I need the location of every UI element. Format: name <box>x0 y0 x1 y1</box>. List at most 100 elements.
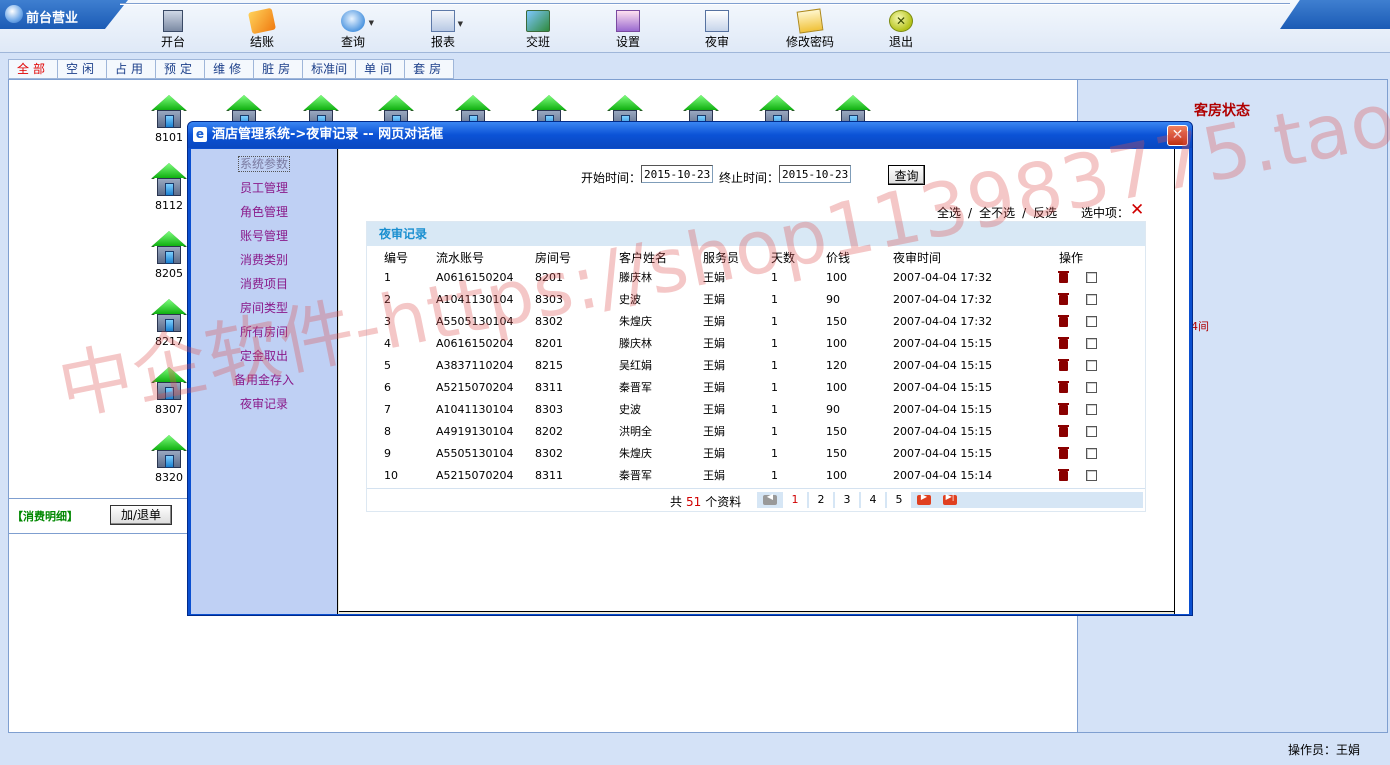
menu-item-roles[interactable]: 角色管理 <box>191 200 337 224</box>
select-none-link[interactable]: 全不选 <box>979 206 1015 220</box>
cell-price: 100 <box>826 468 847 482</box>
separator: / <box>1022 206 1027 220</box>
tab-maintenance[interactable]: 维修 <box>204 59 254 79</box>
toolbar-change-password-button[interactable]: 修改密码 <box>770 8 850 50</box>
add-return-order-button[interactable]: 加/退单 <box>110 505 172 525</box>
trash-icon[interactable] <box>1058 468 1069 481</box>
trash-icon[interactable] <box>1058 380 1069 393</box>
cell-id: 3 <box>384 314 391 328</box>
settings-icon <box>616 10 640 32</box>
trash-icon[interactable] <box>1058 336 1069 349</box>
room-8307[interactable]: 8307 <box>149 367 189 416</box>
page-link[interactable]: 1 <box>783 492 807 508</box>
row-checkbox[interactable] <box>1086 338 1097 349</box>
toolbar-right-decoration <box>1280 0 1390 29</box>
trash-icon[interactable] <box>1058 270 1069 283</box>
row-checkbox[interactable] <box>1086 294 1097 305</box>
row-checkbox[interactable] <box>1086 404 1097 415</box>
menu-item-consumption-category[interactable]: 消费类别 <box>191 248 337 272</box>
toolbar-exit-button[interactable]: 退出 <box>861 8 941 50</box>
toolbar-shift-button[interactable]: 交班 <box>498 8 578 50</box>
dialog-titlebar[interactable]: e 酒店管理系统->夜审记录 -- 网页对话框 ✕ <box>188 122 1192 148</box>
last-page-button[interactable]: ▶| <box>943 492 957 505</box>
start-date-input[interactable] <box>641 165 713 183</box>
toolbar-label: 开台 <box>160 35 185 49</box>
tab-vacant[interactable]: 空闲 <box>57 59 107 79</box>
cell-waiter: 王娟 <box>703 293 725 306</box>
table-row: 6 A5215070204 8311 秦晋军 王娟 1 100 2007-04-04 15:1… <box>367 376 1147 398</box>
page-link[interactable]: 4 <box>861 492 885 508</box>
trash-icon[interactable] <box>1058 446 1069 459</box>
next-page-button[interactable]: ▶ <box>917 492 931 505</box>
page-link[interactable]: 2 <box>809 492 833 508</box>
table-row: 1 A0616150204 8201 滕庆林 王娟 1 100 2007-04-04 17:3… <box>367 266 1147 288</box>
row-checkbox[interactable] <box>1086 272 1097 283</box>
menu-item-system-params[interactable]: 系统参数 <box>191 152 337 176</box>
night-audit-icon <box>705 10 729 32</box>
prev-page-button[interactable]: ◀ <box>763 492 777 505</box>
menu-item-all-rooms[interactable]: 所有房间 <box>191 320 337 344</box>
trash-icon[interactable] <box>1058 314 1069 327</box>
toolbar-report-button[interactable]: ▼ 报表 <box>403 8 483 50</box>
tab-all[interactable]: 全部 <box>8 59 58 79</box>
menu-item-night-audit-records[interactable]: 夜审记录 <box>191 392 337 416</box>
delete-selected-icon[interactable]: ✕ <box>1130 200 1144 220</box>
invert-selection-link[interactable]: 反选 <box>1033 206 1057 220</box>
tab-suite[interactable]: 套房 <box>404 59 455 79</box>
row-checkbox[interactable] <box>1086 448 1097 459</box>
tab-occupied[interactable]: 占用 <box>106 59 156 79</box>
menu-item-reserve-deposit[interactable]: 备用金存入 <box>191 368 337 392</box>
menu-item-accounts[interactable]: 账号管理 <box>191 224 337 248</box>
room-8320[interactable]: 8320 <box>149 435 189 484</box>
tab-dirty[interactable]: 脏房 <box>253 59 303 79</box>
cell-days: 1 <box>771 336 778 350</box>
cell-audit-time: 2007-04-04 15:15 <box>893 446 993 460</box>
trash-icon[interactable] <box>1058 424 1069 437</box>
page-link[interactable]: 3 <box>835 492 859 508</box>
row-checkbox[interactable] <box>1086 470 1097 481</box>
brand-tab[interactable]: 前台营业 <box>0 0 128 29</box>
table-row: 2 A1041130104 8303 史波 王娟 1 90 2007-04-04 17:32 <box>367 288 1147 310</box>
tab-standard-room[interactable]: 标准间 <box>302 59 356 79</box>
trash-icon[interactable] <box>1058 292 1069 305</box>
toolbar-settings-button[interactable]: 设置 <box>588 8 668 50</box>
room-filter-tabs: 全部 空闲 占用 预定 维修 脏房 标准间 单间 套房 <box>8 59 455 79</box>
row-checkbox[interactable] <box>1086 316 1097 327</box>
table-body: 1 A0616150204 8201 滕庆林 王娟 1 100 2007-04-04 17:3… <box>367 266 1147 486</box>
cell-actions <box>1058 332 1147 354</box>
cell-audit-time: 2007-04-04 15:15 <box>893 424 993 438</box>
toolbar-checkout-button[interactable]: 结账 <box>222 7 302 50</box>
cell-customer: 秦晋军 <box>619 469 652 482</box>
room-8101[interactable]: 8101 <box>149 95 189 144</box>
toolbar-night-audit-button[interactable]: 夜审 <box>677 8 757 50</box>
menu-item-room-types[interactable]: 房间类型 <box>191 296 337 320</box>
cell-serial: A0616150204 <box>436 270 514 284</box>
menu-item-deposit-withdraw[interactable]: 定金取出 <box>191 344 337 368</box>
toolbar-query-button[interactable]: ▼ 查询 <box>313 8 393 50</box>
query-button[interactable]: 查询 <box>888 165 925 185</box>
cell-room: 8201 <box>535 270 563 284</box>
tab-reserved[interactable]: 预定 <box>155 59 205 79</box>
query-icon: ▼ <box>341 10 374 32</box>
night-audit-table: 编号 流水账号 房间号 客户姓名 服务员 天数 价钱 夜审时间 操作 1 A061… <box>367 248 1147 486</box>
end-date-input[interactable] <box>779 165 851 183</box>
select-all-link[interactable]: 全选 <box>937 206 961 220</box>
table-row: 10 A5215070204 8311 秦晋军 王娟 1 100 2007-04-04 15:… <box>367 464 1147 486</box>
room-number: 8101 <box>155 131 183 144</box>
cell-actions <box>1058 310 1147 332</box>
room-8205[interactable]: 8205 <box>149 231 189 280</box>
trash-icon[interactable] <box>1058 402 1069 415</box>
trash-icon[interactable] <box>1058 358 1069 371</box>
menu-item-staff[interactable]: 员工管理 <box>191 176 337 200</box>
cell-audit-time: 2007-04-04 17:32 <box>893 270 993 284</box>
page-link[interactable]: 5 <box>887 492 911 508</box>
row-checkbox[interactable] <box>1086 382 1097 393</box>
toolbar-open-table-button[interactable]: 开台 <box>133 8 213 50</box>
tab-single-room[interactable]: 单间 <box>355 59 405 79</box>
menu-item-consumption-item[interactable]: 消费项目 <box>191 272 337 296</box>
room-8112[interactable]: 8112 <box>149 163 189 212</box>
close-button[interactable]: ✕ <box>1167 125 1188 146</box>
room-8217[interactable]: 8217 <box>149 299 189 348</box>
row-checkbox[interactable] <box>1086 360 1097 371</box>
row-checkbox[interactable] <box>1086 426 1097 437</box>
